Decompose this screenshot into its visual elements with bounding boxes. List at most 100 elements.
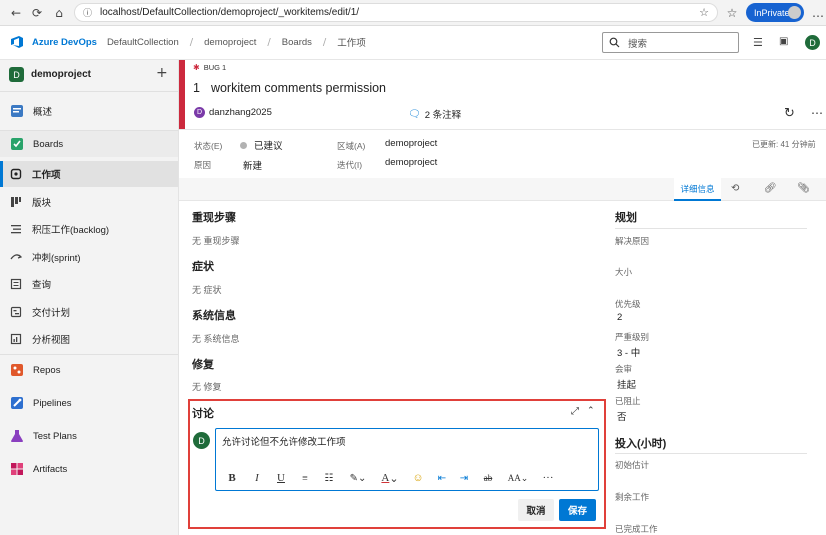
analytics-icon	[10, 333, 22, 345]
assignee[interactable]: D danzhang2025	[194, 107, 272, 118]
tab-details[interactable]: 详细信息	[674, 178, 721, 201]
resolution-field[interactable]	[615, 246, 807, 262]
section-empty-text[interactable]: 无 重现步骤	[192, 234, 240, 247]
bullet-list-icon[interactable]: ≡	[299, 470, 311, 486]
reason-value[interactable]: 新建	[243, 158, 262, 172]
strikethrough-button[interactable]: ab	[481, 470, 495, 486]
section-empty-text[interactable]: 无 修复	[192, 380, 222, 393]
severity-value[interactable]: 3 - 中	[617, 345, 640, 359]
effort-title: 投入(小时)	[615, 438, 667, 450]
collapse-icon[interactable]: ⌃	[587, 406, 595, 416]
more-formatting-button[interactable]: ···	[541, 470, 555, 486]
sidebar-item-delivery-plans[interactable]: 交付计划	[0, 299, 178, 325]
priority-label: 优先级	[615, 299, 641, 309]
expand-icon[interactable]: ⤢	[571, 406, 579, 417]
area-value[interactable]: demoproject	[385, 138, 437, 149]
more-actions-icon[interactable]: ⋯	[811, 106, 823, 120]
sidebar-item-artifacts[interactable]: Artifacts	[0, 456, 178, 482]
bug-icon: ✱	[193, 63, 200, 72]
sidebar-item-sprint[interactable]: 冲刺(sprint)	[0, 244, 178, 270]
sidebar-item-backlog[interactable]: 积压工作(backlog)	[0, 216, 178, 242]
sidebar-item-board[interactable]: 版块	[0, 189, 178, 215]
sidebar-item-boards[interactable]: Boards	[0, 131, 178, 157]
size-field[interactable]	[615, 277, 807, 293]
bug-color-bar	[179, 60, 185, 129]
sidebar-item-repos[interactable]: Repos	[0, 357, 178, 383]
sidebar-item-analytics[interactable]: 分析视图	[0, 326, 178, 352]
state-field[interactable]: 已建议	[240, 138, 283, 152]
favorite-icon[interactable]: ☆	[699, 6, 709, 19]
marketplace-icon[interactable]: ▣	[779, 36, 788, 47]
iteration-value[interactable]: demoproject	[385, 157, 437, 168]
favorites-icon[interactable]: ☆	[724, 5, 740, 21]
highlight-dropdown-icon[interactable]: ✎⌄	[347, 470, 369, 486]
underline-button[interactable]: U	[275, 470, 287, 486]
breadcrumb-boards[interactable]: Boards	[282, 37, 312, 48]
font-size-dropdown[interactable]: AA ⌄	[505, 470, 531, 486]
sprint-icon	[10, 251, 22, 263]
work-item-type-label: BUG 1	[203, 63, 227, 72]
activity-value[interactable]: 挂起	[617, 377, 636, 391]
address-bar[interactable]: ⓘ localhost/DefaultCollection/demoprojec…	[74, 3, 718, 22]
sidebar-item-pipelines[interactable]: Pipelines	[0, 390, 178, 416]
brand-name[interactable]: Azure DevOps	[32, 37, 97, 48]
sidebar-item-queries[interactable]: 查询	[0, 271, 178, 297]
emoji-icon[interactable]: ☺	[411, 470, 425, 486]
assignee-avatar: D	[194, 107, 205, 118]
remaining-work-label: 剩余工作	[615, 492, 650, 502]
search-placeholder: 搜索	[628, 38, 648, 50]
sidebar-item-test-plans[interactable]: Test Plans	[0, 423, 178, 449]
font-color-dropdown[interactable]: A ⌄	[379, 470, 401, 486]
sidebar: D demoproject + 概述 Boards 工作项 版块 积压工作(ba…	[0, 60, 179, 535]
indent-icon[interactable]: ⇥	[457, 470, 471, 486]
search-icon	[609, 37, 620, 48]
refresh-icon[interactable]: ↻	[784, 106, 795, 121]
more-icon[interactable]: …	[810, 5, 826, 21]
outdent-icon[interactable]: ⇤	[435, 470, 449, 486]
breadcrumb-collection[interactable]: DefaultCollection	[107, 37, 179, 48]
section-empty-text[interactable]: 无 症状	[192, 283, 222, 296]
url-text: localhost/DefaultCollection/demoproject/…	[100, 7, 360, 18]
tabs-row	[179, 178, 826, 201]
blocked-value[interactable]: 否	[617, 409, 627, 423]
divider	[179, 129, 826, 130]
sidebar-item-label: Test Plans	[33, 430, 77, 442]
boards-icon	[10, 137, 24, 151]
refresh-icon[interactable]: ⟳	[29, 5, 45, 21]
completed-work-label: 已完成工作	[615, 524, 658, 534]
comment-editor[interactable]: 允许讨论但不允许修改工作项 B I U ≡ ☷ ✎⌄ A ⌄ ☺ ⇤ ⇥ ab A…	[215, 428, 599, 491]
breadcrumb-work-items[interactable]: 工作项	[337, 35, 366, 49]
search-input[interactable]: 搜索	[602, 32, 739, 53]
comment-icon: 🗨	[408, 108, 421, 120]
breadcrumb-separator: /	[189, 36, 194, 48]
task-list-icon[interactable]: ☰	[753, 36, 763, 49]
sidebar-item-overview[interactable]: 概述	[0, 98, 178, 124]
section-empty-text[interactable]: 无 系统信息	[192, 332, 240, 345]
project-name[interactable]: demoproject	[31, 69, 91, 80]
save-button[interactable]: 保存	[559, 499, 596, 521]
add-button[interactable]: +	[156, 65, 168, 81]
back-icon[interactable]: ←	[8, 5, 24, 21]
links-icon[interactable]: 🔗︎	[764, 183, 777, 194]
cancel-button[interactable]: 取消	[518, 499, 554, 521]
history-icon[interactable]: ⟲	[731, 183, 739, 194]
breadcrumb-project[interactable]: demoproject	[204, 37, 256, 48]
attachments-icon[interactable]: 📎︎	[797, 183, 810, 194]
bold-button[interactable]: B	[226, 470, 238, 486]
user-avatar[interactable]: D	[805, 35, 820, 50]
tab-details-label: 详细信息	[680, 184, 715, 195]
home-icon[interactable]: ⌂	[51, 5, 67, 21]
sidebar-item-label: 冲刺(sprint)	[32, 253, 81, 264]
priority-value[interactable]: 2	[617, 312, 622, 323]
numbered-list-icon[interactable]: ☷	[323, 470, 335, 486]
section-title: 修复	[192, 359, 214, 371]
comments-link[interactable]: 🗨 2 条注释	[408, 107, 461, 122]
work-item-title[interactable]: workitem comments permission	[211, 81, 386, 95]
italic-button[interactable]: I	[251, 470, 263, 486]
sidebar-item-work-items[interactable]: 工作项	[0, 161, 178, 187]
editor-toolbar: B I U ≡ ☷ ✎⌄ A ⌄ ☺ ⇤ ⇥ ab AA ⌄ ···	[216, 466, 598, 490]
sidebar-item-label: Repos	[33, 364, 61, 376]
updated-text: 已更新: 41 分钟前	[752, 140, 816, 149]
comment-text: 允许讨论但不允许修改工作项	[222, 437, 346, 448]
inprivate-badge[interactable]: InPrivate	[746, 3, 804, 22]
